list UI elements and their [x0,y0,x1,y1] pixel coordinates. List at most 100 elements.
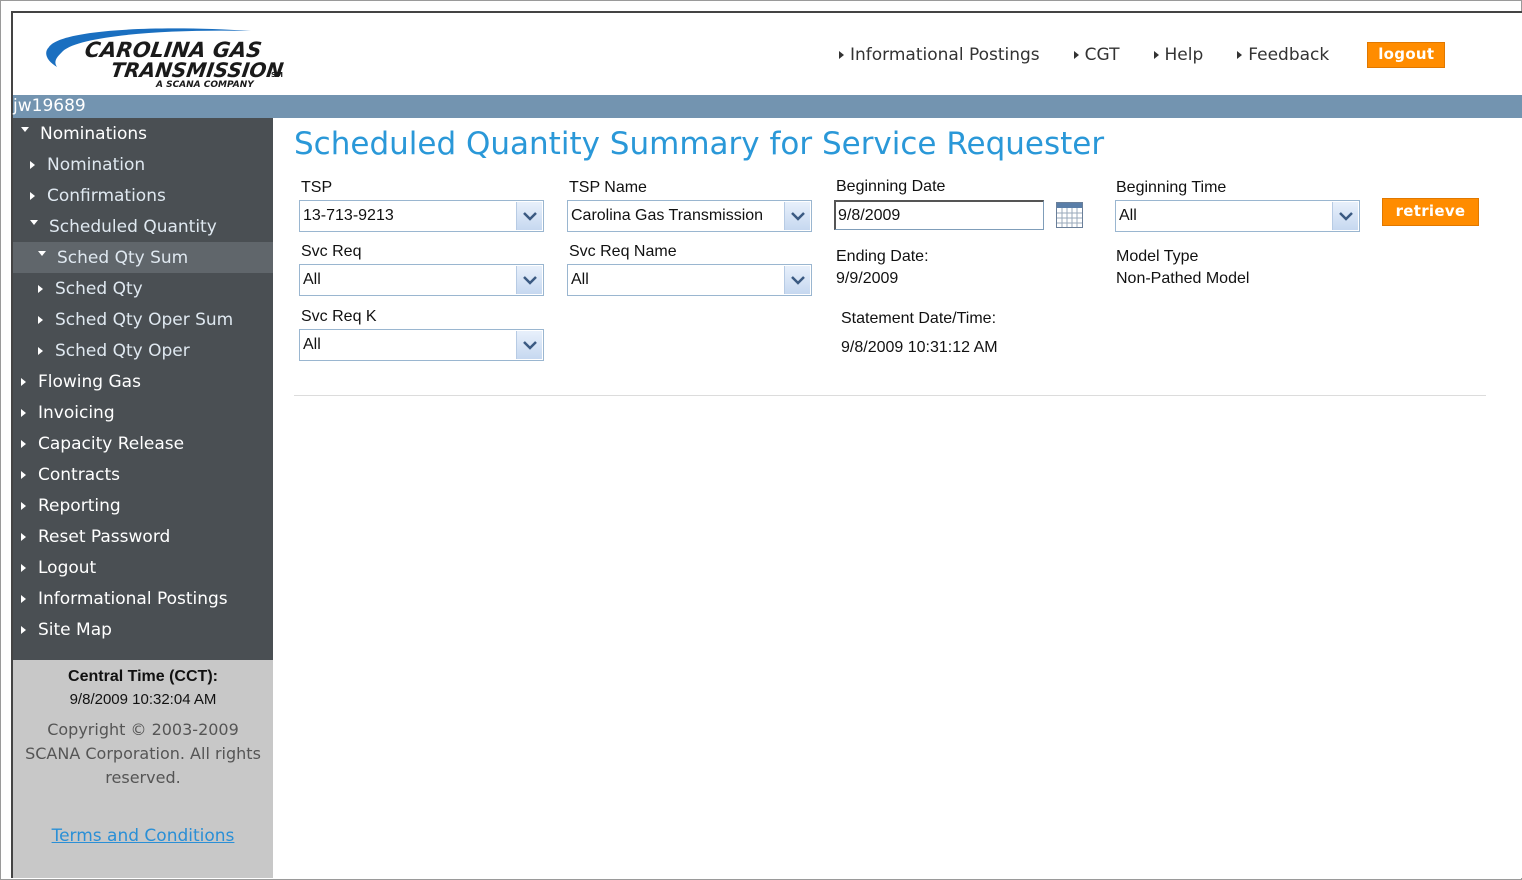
topnav-label: Help [1164,45,1204,65]
page-title: Scheduled Quantity Summary for Service R… [294,126,1105,162]
triangle-right-icon [21,532,26,541]
arrow-right-icon [1073,51,1079,59]
sidebar-item-label: Invoicing [38,402,115,423]
beginning-date-input[interactable]: 9/8/2009 [834,200,1044,230]
chevron-down-icon[interactable] [784,266,810,294]
chevron-down-icon[interactable] [784,202,810,230]
triangle-right-icon [30,191,35,200]
triangle-down-icon [30,220,38,225]
sidebar-item-invoicing[interactable]: Invoicing [13,397,273,428]
triangle-down-icon [38,251,46,256]
sidebar-item-label: Informational Postings [38,588,228,609]
triangle-right-icon [38,346,43,355]
sidebar-item-label: Nominations [40,123,148,144]
content-divider [294,395,1486,396]
chevron-down-icon[interactable] [516,266,542,294]
main-content: Scheduled Quantity Summary for Service R… [273,118,1522,878]
triangle-right-icon [21,470,26,479]
sidebar-item-reset-password[interactable]: Reset Password [13,521,273,552]
triangle-right-icon [21,563,26,572]
user-bar: jw19689 [13,95,1522,118]
sidebar-item-reporting[interactable]: Reporting [13,490,273,521]
triangle-right-icon [38,315,43,324]
sidebar-item-scheduled-quantity[interactable]: Scheduled Quantity [13,211,273,242]
beginning-time-value: All [1119,207,1137,224]
sidebar-item-confirmations[interactable]: Confirmations [13,180,273,211]
svc-req-value: All [303,271,321,288]
sidebar-item-nominations[interactable]: Nominations [13,118,273,149]
svc-req-k-label: Svc Req K [301,308,377,325]
triangle-right-icon [21,377,26,386]
triangle-right-icon [21,594,26,603]
topnav-informational-postings[interactable]: Informational Postings [839,45,1040,65]
logout-button[interactable]: logout [1367,42,1446,68]
sidebar-item-label: Reset Password [38,526,171,547]
sidebar-item-nomination[interactable]: Nomination [13,149,273,180]
sidebar-item-sched-qty-oper-sum[interactable]: Sched Qty Oper Sum [13,304,273,335]
sidebar-item-label: Logout [38,557,97,578]
cct-label: Central Time (CCT): [68,668,218,685]
sidebar-nav: Nominations Nomination Confirmations Sch… [13,118,273,660]
triangle-right-icon [21,501,26,510]
beginning-time-label: Beginning Time [1116,179,1227,196]
topnav-label: Informational Postings [850,45,1040,65]
tsp-label: TSP [301,179,333,196]
triangle-right-icon [21,408,26,417]
topnav-feedback[interactable]: Feedback [1237,45,1329,65]
topnav-cgt[interactable]: CGT [1073,45,1120,65]
svc-req-name-select[interactable]: All [567,264,812,296]
tsp-name-select[interactable]: Carolina Gas Transmission [567,200,812,232]
top-navigation: Informational Postings CGT Help Feedback… [839,42,1446,68]
sidebar-item-label: Sched Qty Sum [57,247,189,268]
svc-req-label: Svc Req [301,243,362,260]
chevron-down-icon[interactable] [1332,202,1358,230]
tsp-value: 13-713-9213 [303,207,394,224]
svc-req-name-value: All [571,271,589,288]
sidebar-item-sched-qty-sum[interactable]: Sched Qty Sum [13,242,273,273]
tsp-select[interactable]: 13-713-9213 [299,200,544,232]
app-window: CAROLINA GAS TRANSMISSION SM A SCANA COM… [0,0,1522,880]
chevron-down-icon[interactable] [516,331,542,359]
sidebar-item-label: Sched Qty Oper [55,340,190,361]
topnav-label: CGT [1084,45,1120,65]
statement-label: Statement Date/Time: [841,310,997,327]
chevron-down-icon[interactable] [516,202,542,230]
sidebar-item-label: Sched Qty Oper Sum [55,309,234,330]
sidebar-item-label: Sched Qty [55,278,143,299]
beginning-time-select[interactable]: All [1115,200,1360,232]
sidebar-item-sched-qty[interactable]: Sched Qty [13,273,273,304]
ending-date-value: 9/9/2009 [836,270,899,287]
sidebar-item-label: Scheduled Quantity [49,216,217,237]
header: CAROLINA GAS TRANSMISSION SM A SCANA COM… [13,13,1522,95]
logo-text-line2: TRANSMISSION [109,58,285,82]
sidebar-item-sched-qty-oper[interactable]: Sched Qty Oper [13,335,273,366]
triangle-right-icon [38,284,43,293]
calendar-icon[interactable] [1056,202,1083,228]
sidebar-item-informational-postings[interactable]: Informational Postings [13,583,273,614]
triangle-right-icon [21,439,26,448]
sidebar-item-capacity-release[interactable]: Capacity Release [13,428,273,459]
cct-time: 9/8/2009 10:32:04 AM [69,691,217,708]
sidebar-item-label: Flowing Gas [38,371,141,392]
model-type-label: Model Type [1116,248,1199,265]
username: jw19689 [13,96,86,116]
logo-text-line3: A SCANA COMPANY [156,80,254,90]
triangle-right-icon [30,160,35,169]
triangle-right-icon [21,625,26,634]
sidebar-item-label: Confirmations [47,185,166,206]
svc-req-k-select[interactable]: All [299,329,544,361]
arrow-right-icon [839,51,844,59]
sidebar-item-contracts[interactable]: Contracts [13,459,273,490]
sidebar-item-flowing-gas[interactable]: Flowing Gas [13,366,273,397]
ending-date-label: Ending Date: [836,248,929,265]
sidebar-item-logout[interactable]: Logout [13,552,273,583]
company-logo[interactable]: CAROLINA GAS TRANSMISSION SM A SCANA COM… [41,21,291,93]
terms-and-conditions-link[interactable]: Terms and Conditions [13,826,273,846]
sidebar-item-label: Capacity Release [38,433,185,454]
model-type-value: Non-Pathed Model [1116,270,1250,287]
statement-value: 9/8/2009 10:31:12 AM [841,339,998,356]
svc-req-select[interactable]: All [299,264,544,296]
retrieve-button[interactable]: retrieve [1382,198,1479,226]
topnav-help[interactable]: Help [1153,45,1204,65]
sidebar-item-site-map[interactable]: Site Map [13,614,273,645]
